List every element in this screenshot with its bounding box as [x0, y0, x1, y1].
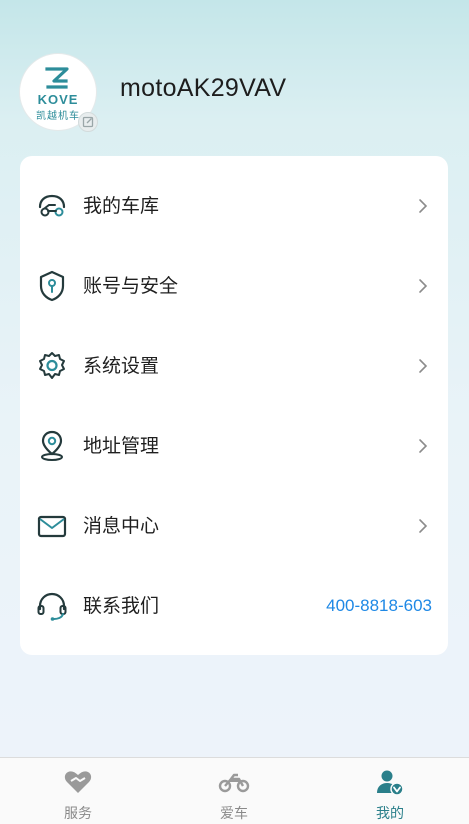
chevron-right-icon [419, 519, 428, 533]
tab-my-car[interactable]: 爱车 [156, 758, 312, 824]
menu-item-label: 地址管理 [83, 435, 160, 457]
profile-header: KOVE 凯越机车 motoAK29VAV [20, 52, 450, 132]
menu-item-label: 我的车库 [83, 195, 160, 217]
chevron-right-icon [419, 439, 428, 453]
menu-item-garage[interactable]: 我的车库 [20, 166, 448, 246]
shield-icon [39, 270, 65, 302]
menu-item-label: 消息中心 [83, 515, 160, 537]
menu-item-label: 系统设置 [83, 355, 160, 377]
heart-handshake-icon [64, 771, 92, 793]
menu-item-account-security[interactable]: 账号与安全 [20, 246, 448, 326]
avatar-brand-text: KOVE [37, 92, 79, 107]
chevron-right-icon [419, 279, 428, 293]
menu-item-system-settings[interactable]: 系统设置 [20, 326, 448, 406]
menu-item-address[interactable]: 地址管理 [20, 406, 448, 486]
motorcycle-garage-icon [38, 194, 66, 217]
headset-icon [37, 592, 67, 621]
tab-mine[interactable]: 我的 [312, 758, 468, 824]
tab-service[interactable]: 服务 [0, 758, 156, 824]
menu-item-label: 账号与安全 [83, 275, 179, 297]
menu-item-message-center[interactable]: 消息中心 [20, 486, 448, 566]
kove-logo-icon [45, 67, 69, 89]
location-pin-icon [41, 430, 63, 461]
avatar[interactable]: KOVE 凯越机车 [20, 54, 98, 132]
chevron-right-icon [419, 359, 428, 373]
username: motoAK29VAV [120, 74, 287, 102]
menu-item-label: 联系我们 [83, 595, 160, 617]
menu-item-contact-us[interactable]: 联系我们 400-8818-603 [20, 566, 448, 646]
edit-avatar-button[interactable] [78, 112, 98, 132]
tab-label: 爱车 [220, 806, 248, 822]
menu-card: 我的车库 账号与安全 系统设置 地址管理 消息中心 联系我们 400-8818-… [20, 156, 448, 655]
tab-label: 服务 [64, 806, 92, 822]
gear-icon [39, 352, 65, 379]
chevron-right-icon [419, 199, 428, 213]
phone-number-link[interactable]: 400-8818-603 [326, 595, 432, 617]
edit-icon [82, 116, 94, 128]
motorcycle-icon [218, 773, 250, 793]
tab-label: 我的 [376, 806, 404, 822]
envelope-icon [37, 515, 67, 538]
bottom-tab-bar: 服务 爱车 我的 [0, 757, 469, 824]
user-verified-icon [377, 770, 404, 796]
